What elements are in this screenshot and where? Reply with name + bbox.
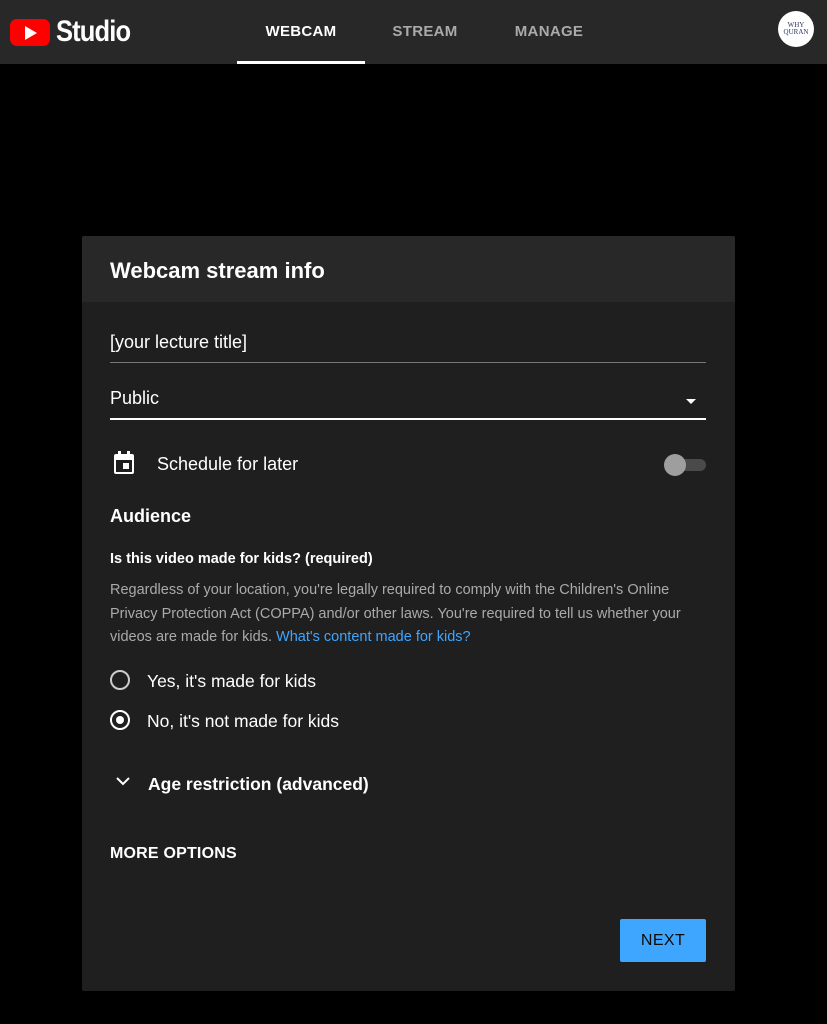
toggle-thumb bbox=[664, 454, 686, 476]
avatar-line2: QURAN bbox=[783, 28, 809, 36]
more-options-button[interactable]: MORE OPTIONS bbox=[110, 845, 237, 863]
schedule-toggle[interactable] bbox=[664, 454, 706, 476]
next-button[interactable]: NEXT bbox=[620, 919, 706, 962]
tab-stream[interactable]: STREAM bbox=[365, 0, 485, 64]
title-input[interactable]: [your lecture title] bbox=[110, 332, 706, 363]
radio-yes-label: Yes, it's made for kids bbox=[147, 671, 317, 691]
radio-no-label: No, it's not made for kids bbox=[147, 711, 340, 731]
radio-unchecked-icon bbox=[110, 670, 130, 690]
avatar[interactable]: WHY QURAN bbox=[778, 11, 814, 47]
tab-webcam[interactable]: WEBCAM bbox=[237, 0, 365, 64]
schedule-label: Schedule for later bbox=[157, 454, 299, 474]
made-for-kids-question: Is this video made for kids? (required) bbox=[110, 551, 373, 567]
logo-text: Studio bbox=[56, 15, 131, 48]
audience-heading: Audience bbox=[110, 506, 192, 526]
calendar-icon bbox=[114, 451, 134, 474]
dropdown-arrow-icon bbox=[686, 399, 696, 404]
radio-dot bbox=[116, 716, 124, 724]
studio-logo[interactable]: Studio bbox=[10, 15, 143, 48]
made-for-kids-description: Regardless of your location, you're lega… bbox=[110, 579, 710, 650]
chevron-down-icon bbox=[116, 777, 130, 786]
age-restriction-label: Age restriction (advanced) bbox=[148, 774, 369, 794]
top-bar: Studio WEBCAM STREAM MANAGE WHY QURAN bbox=[0, 0, 827, 64]
tab-manage[interactable]: MANAGE bbox=[485, 0, 613, 64]
title-input-value: [your lecture title] bbox=[110, 332, 248, 352]
visibility-select[interactable]: Public bbox=[110, 388, 706, 420]
visibility-value: Public bbox=[110, 388, 160, 408]
content-made-for-kids-link[interactable]: What's content made for kids? bbox=[276, 629, 471, 645]
card-title: Webcam stream info bbox=[110, 258, 325, 283]
radio-checked-icon bbox=[110, 710, 130, 730]
youtube-logo-icon bbox=[10, 18, 50, 46]
schedule-row: Schedule for later bbox=[110, 448, 706, 480]
webcam-stream-info-card: Webcam stream info [your lecture title] … bbox=[82, 236, 735, 991]
